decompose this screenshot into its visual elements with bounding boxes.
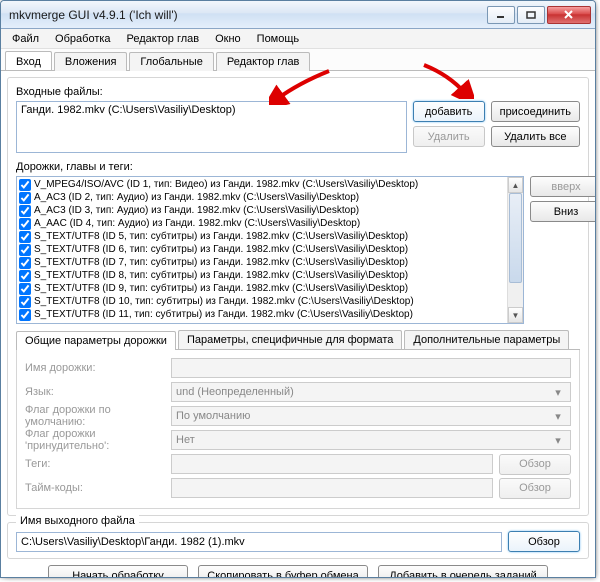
output-file-label: Имя выходного файла bbox=[16, 515, 139, 527]
track-checkbox[interactable] bbox=[19, 309, 31, 321]
chevron-down-icon: ▾ bbox=[550, 434, 566, 447]
track-name-input bbox=[171, 358, 571, 378]
track-checkbox[interactable] bbox=[19, 205, 31, 217]
track-item-label: S_TEXT/UTF8 (ID 11, тип: субтитры) из Га… bbox=[34, 309, 413, 320]
track-subtabs: Общие параметры дорожки Параметры, специ… bbox=[16, 330, 580, 350]
copy-clipboard-button[interactable]: Скопировать в буфер обмена bbox=[198, 565, 368, 578]
default-flag-select: По умолчанию▾ bbox=[171, 406, 571, 426]
track-item-label: S_TEXT/UTF8 (ID 10, тип: субтитры) из Га… bbox=[34, 296, 414, 307]
minimize-button[interactable] bbox=[487, 6, 515, 24]
track-item-label: A_AAC (ID 4, тип: Аудио) из Ганди. 1982.… bbox=[34, 218, 360, 229]
remove-button: Удалить bbox=[413, 126, 485, 147]
subtab-general[interactable]: Общие параметры дорожки bbox=[16, 331, 176, 350]
close-button[interactable] bbox=[547, 6, 591, 24]
timecodes-input bbox=[171, 478, 493, 498]
scroll-up-icon[interactable]: ▲ bbox=[508, 177, 523, 193]
track-item-label: A_AC3 (ID 2, тип: Аудио) из Ганди. 1982.… bbox=[34, 192, 359, 203]
track-item[interactable]: V_MPEG4/ISO/AVC (ID 1, тип: Видео) из Га… bbox=[19, 178, 505, 191]
output-file-input[interactable]: C:\Users\Vasiliy\Desktop\Ганди. 1982 (1)… bbox=[16, 532, 502, 552]
track-checkbox[interactable] bbox=[19, 270, 31, 282]
track-item[interactable]: S_TEXT/UTF8 (ID 6, тип: субтитры) из Ган… bbox=[19, 243, 505, 256]
menu-chapter-editor[interactable]: Редактор глав bbox=[120, 31, 207, 47]
timecodes-label: Тайм-коды: bbox=[25, 482, 165, 494]
add-to-queue-button[interactable]: Добавить в очередь заданий bbox=[378, 565, 548, 578]
track-item[interactable]: S_TEXT/UTF8 (ID 5, тип: субтитры) из Ган… bbox=[19, 230, 505, 243]
default-flag-label: Флаг дорожки по умолчанию: bbox=[25, 404, 165, 428]
track-item[interactable]: S_TEXT/UTF8 (ID 10, тип: субтитры) из Га… bbox=[19, 295, 505, 308]
append-button[interactable]: присоединить bbox=[491, 101, 580, 122]
language-select: und (Неопределенный)▾ bbox=[171, 382, 571, 402]
output-browse-button[interactable]: Обзор bbox=[508, 531, 580, 552]
tab-chapters[interactable]: Редактор глав bbox=[216, 52, 311, 71]
track-item[interactable]: A_AC3 (ID 3, тип: Аудио) из Ганди. 1982.… bbox=[19, 204, 505, 217]
track-item[interactable]: A_AC3 (ID 2, тип: Аудио) из Ганди. 1982.… bbox=[19, 191, 505, 204]
language-label: Язык: bbox=[25, 386, 165, 398]
forced-flag-select: Нет▾ bbox=[171, 430, 571, 450]
tracks-list[interactable]: V_MPEG4/ISO/AVC (ID 1, тип: Видео) из Га… bbox=[16, 176, 524, 324]
chevron-down-icon: ▾ bbox=[550, 386, 566, 399]
track-item[interactable]: A_AAC (ID 4, тип: Аудио) из Ганди. 1982.… bbox=[19, 217, 505, 230]
track-item-label: S_TEXT/UTF8 (ID 7, тип: субтитры) из Ган… bbox=[34, 257, 408, 268]
track-checkbox[interactable] bbox=[19, 296, 31, 308]
menu-help[interactable]: Помощь bbox=[250, 31, 307, 47]
tracks-label: Дорожки, главы и теги: bbox=[16, 161, 580, 173]
app-window: mkvmerge GUI v4.9.1 ('Ich will') Файл Об… bbox=[0, 0, 596, 578]
maximize-button[interactable] bbox=[517, 6, 545, 24]
track-item[interactable]: S_TEXT/UTF8 (ID 7, тип: субтитры) из Ган… bbox=[19, 256, 505, 269]
input-files-list[interactable]: Ганди. 1982.mkv (C:\Users\Vasiliy\Deskto… bbox=[16, 101, 407, 153]
track-checkbox[interactable] bbox=[19, 257, 31, 269]
tab-attachments[interactable]: Вложения bbox=[54, 52, 128, 71]
track-checkbox[interactable] bbox=[19, 218, 31, 230]
track-checkbox[interactable] bbox=[19, 231, 31, 243]
track-item-label: S_TEXT/UTF8 (ID 6, тип: субтитры) из Ган… bbox=[34, 244, 408, 255]
tab-global[interactable]: Глобальные bbox=[129, 52, 213, 71]
menu-processing[interactable]: Обработка bbox=[48, 31, 117, 47]
tags-input bbox=[171, 454, 493, 474]
track-name-label: Имя дорожки: bbox=[25, 362, 165, 374]
tracks-scrollbar[interactable]: ▲ ▼ bbox=[507, 177, 523, 323]
scrollbar-thumb[interactable] bbox=[509, 193, 522, 283]
track-item[interactable]: S_TEXT/UTF8 (ID 8, тип: субтитры) из Ган… bbox=[19, 269, 505, 282]
add-button[interactable]: добавить bbox=[413, 101, 485, 122]
track-checkbox[interactable] bbox=[19, 244, 31, 256]
scroll-down-icon[interactable]: ▼ bbox=[508, 307, 523, 323]
track-params-form: Имя дорожки: Язык: und (Неопределенный)▾… bbox=[16, 350, 580, 509]
tags-browse-button: Обзор bbox=[499, 454, 571, 475]
tags-label: Теги: bbox=[25, 458, 165, 470]
remove-all-button[interactable]: Удалить все bbox=[491, 126, 580, 147]
input-files-label: Входные файлы: bbox=[16, 86, 580, 98]
start-muxing-button[interactable]: Начать обработку bbox=[48, 565, 188, 578]
menubar: Файл Обработка Редактор глав Окно Помощь bbox=[1, 29, 595, 49]
move-up-button[interactable]: вверх bbox=[530, 176, 596, 197]
track-item-label: V_MPEG4/ISO/AVC (ID 1, тип: Видео) из Га… bbox=[34, 179, 418, 190]
tab-input[interactable]: Вход bbox=[5, 51, 52, 70]
forced-flag-label: Флаг дорожки 'принудительно': bbox=[25, 428, 165, 452]
window-title: mkvmerge GUI v4.9.1 ('Ich will') bbox=[9, 8, 487, 22]
track-item-label: S_TEXT/UTF8 (ID 8, тип: субтитры) из Ган… bbox=[34, 270, 408, 281]
subtab-extra[interactable]: Дополнительные параметры bbox=[404, 330, 569, 349]
input-file-item[interactable]: Ганди. 1982.mkv (C:\Users\Vasiliy\Deskto… bbox=[21, 104, 402, 116]
move-down-button[interactable]: Вниз bbox=[530, 201, 596, 222]
subtab-format[interactable]: Параметры, специфичные для формата bbox=[178, 330, 402, 349]
track-item[interactable]: S_TEXT/UTF8 (ID 9, тип: субтитры) из Ган… bbox=[19, 282, 505, 295]
track-item-label: S_TEXT/UTF8 (ID 9, тип: субтитры) из Ган… bbox=[34, 283, 408, 294]
track-checkbox[interactable] bbox=[19, 192, 31, 204]
chevron-down-icon: ▾ bbox=[550, 410, 566, 423]
titlebar[interactable]: mkvmerge GUI v4.9.1 ('Ich will') bbox=[1, 1, 595, 29]
menu-window[interactable]: Окно bbox=[208, 31, 248, 47]
timecodes-browse-button: Обзор bbox=[499, 478, 571, 499]
main-tabs: Вход Вложения Глобальные Редактор глав bbox=[1, 49, 595, 71]
track-checkbox[interactable] bbox=[19, 283, 31, 295]
track-checkbox[interactable] bbox=[19, 179, 31, 191]
track-item-label: S_TEXT/UTF8 (ID 5, тип: субтитры) из Ган… bbox=[34, 231, 408, 242]
track-item-label: A_AC3 (ID 3, тип: Аудио) из Ганди. 1982.… bbox=[34, 205, 359, 216]
track-item[interactable]: S_TEXT/UTF8 (ID 11, тип: субтитры) из Га… bbox=[19, 308, 505, 321]
menu-file[interactable]: Файл bbox=[5, 31, 46, 47]
